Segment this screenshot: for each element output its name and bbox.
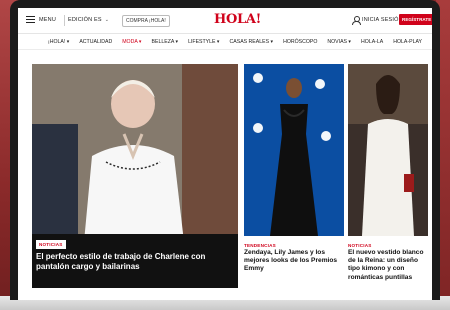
menu-button[interactable]: MENU [26, 16, 56, 23]
article-image-3[interactable] [348, 64, 428, 236]
nav-item-belleza[interactable]: BELLEZA ▾ [152, 39, 179, 45]
web-page: MENU EDICIÓN ES ⌄ COMPRA ¡HOLA! HOLA! IN… [18, 8, 432, 300]
divider [64, 15, 65, 26]
nav-item-moda[interactable]: MODA ▾ [122, 39, 141, 45]
register-button[interactable]: REGÍSTRATE [399, 14, 432, 25]
chevron-down-icon: ⌄ [104, 17, 109, 23]
nav-item-actualidad[interactable]: ACTUALIDAD [79, 39, 112, 45]
site-logo[interactable]: HOLA! [214, 12, 261, 27]
article-title-3[interactable]: El nuevo vestido blanco de la Reina: un … [348, 249, 430, 282]
nav-item-hola-la[interactable]: HOLA-LA [361, 39, 383, 45]
article-title-main[interactable]: El perfecto estilo de trabajo de Charlen… [36, 252, 234, 272]
menu-label: MENU [39, 16, 56, 23]
zendaya-photo [244, 64, 344, 236]
nav-item-horoscopo[interactable]: HORÓSCOPO [283, 39, 317, 45]
user-icon [352, 16, 361, 25]
login-label: INICIA SESIÓN [362, 17, 403, 23]
nav-item-hola[interactable]: ¡HOLA! ▾ [48, 39, 69, 45]
edition-label: EDICIÓN ES [68, 17, 102, 23]
buy-magazine-button[interactable]: COMPRA ¡HOLA! [122, 15, 170, 27]
main-nav: ¡HOLA! ▾ ACTUALIDAD MODA ▾ BELLEZA ▾ LIF… [18, 34, 432, 50]
nav-item-casas-reales[interactable]: CASAS REALES ▾ [230, 39, 274, 45]
edition-selector[interactable]: EDICIÓN ES ⌄ [68, 17, 109, 23]
queen-photo [348, 64, 428, 236]
article-category-main: NOTICIAS [36, 240, 66, 249]
site-header: MENU EDICIÓN ES ⌄ COMPRA ¡HOLA! HOLA! IN… [18, 8, 432, 34]
article-image-main[interactable] [32, 64, 238, 242]
laptop-screen: MENU EDICIÓN ES ⌄ COMPRA ¡HOLA! HOLA! IN… [10, 0, 440, 300]
login-link[interactable]: INICIA SESIÓN [352, 16, 403, 25]
nav-item-novias[interactable]: NOVIAS ▾ [327, 39, 351, 45]
article-title-2[interactable]: Zendaya, Lily James y los mejores looks … [244, 249, 344, 274]
article-image-2[interactable] [244, 64, 344, 236]
charlene-photo [32, 64, 238, 242]
menu-icon [26, 16, 35, 23]
nav-item-hola-play[interactable]: HOLA-PLAY [393, 39, 422, 45]
nav-item-lifestyle[interactable]: LIFESTYLE ▾ [188, 39, 219, 45]
